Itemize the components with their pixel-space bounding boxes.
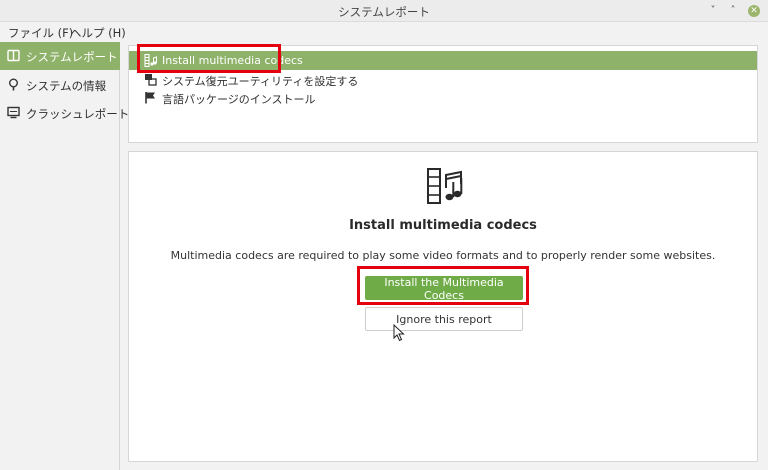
report-item-label: システム復元ユーティリティを設定する [162, 75, 359, 88]
report-detail: Install multimedia codecs Multimedia cod… [128, 151, 758, 462]
sidebar-item-crash-reports[interactable]: クラッシュレポート [0, 99, 129, 127]
report-item-label: Install multimedia codecs [162, 54, 303, 67]
restore-icon [145, 74, 157, 86]
detail-description: Multimedia codecs are required to play s… [170, 249, 716, 262]
lightbulb-icon [9, 78, 18, 91]
sidebar-item-system-report[interactable]: システムレポート [0, 42, 120, 70]
maximize-button[interactable]: ˄ [727, 5, 739, 17]
film-icon [144, 54, 157, 67]
menu-bar: ファイル (F) ヘルプ (H) [0, 22, 768, 42]
ignore-report-button[interactable]: Ignore this report [365, 307, 523, 331]
report-item-label: 言語パッケージのインストール [162, 93, 316, 106]
sidebar-item-label: システムレポート [26, 50, 118, 64]
report-icon [7, 49, 20, 62]
report-item-multimedia-codecs[interactable]: Install multimedia codecs [129, 51, 757, 70]
minimize-button[interactable]: ˅ [707, 5, 719, 17]
close-button[interactable]: ✕ [748, 5, 760, 17]
sidebar: システムレポート システムの情報 クラッシュレポート [0, 42, 129, 470]
report-item-restore-utility[interactable]: システム復元ユーティリティを設定する [129, 70, 757, 89]
mouse-cursor-icon [393, 324, 405, 342]
sidebar-item-label: システムの情報 [26, 79, 107, 93]
report-list: Install multimedia codecs システム復元ユーティリティを… [128, 45, 758, 143]
flag-icon [145, 92, 155, 104]
report-item-language-packs[interactable]: 言語パッケージのインストール [129, 88, 757, 107]
install-codecs-button[interactable]: Install the Multimedia Codecs [365, 276, 523, 302]
menu-file[interactable]: ファイル (F) [8, 25, 73, 41]
menu-help[interactable]: ヘルプ (H) [70, 25, 126, 41]
window-title: システムレポート [338, 5, 430, 19]
detail-title: Install multimedia codecs [349, 218, 537, 233]
sidebar-item-label: クラッシュレポート [26, 107, 130, 121]
title-bar: システムレポート ˅ ˄ ✕ [0, 0, 768, 22]
sidebar-item-system-info[interactable]: システムの情報 [0, 71, 120, 99]
film-music-icon [427, 168, 463, 204]
monitor-icon [7, 106, 20, 119]
